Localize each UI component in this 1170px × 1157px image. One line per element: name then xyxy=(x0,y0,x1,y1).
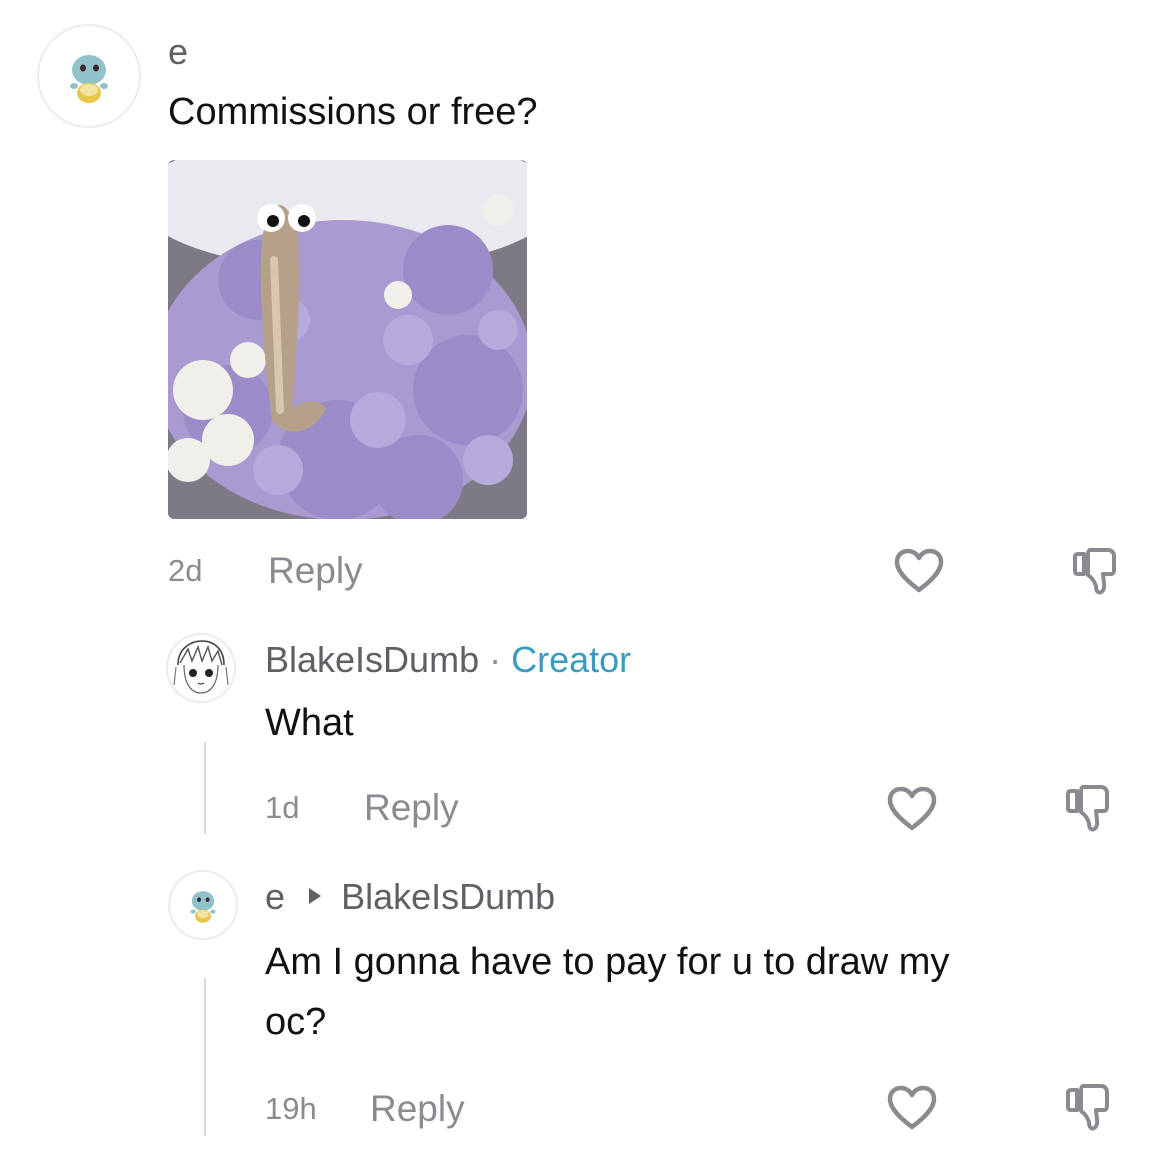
separator-dot: · xyxy=(489,639,502,680)
commenter-avatar[interactable] xyxy=(168,870,238,940)
reply-button[interactable]: Reply xyxy=(370,1090,465,1127)
thumbs-down-outline-icon[interactable] xyxy=(1063,1082,1115,1134)
comment-username[interactable]: BlakeIsDumb xyxy=(265,639,479,680)
replied-to-username[interactable]: BlakeIsDumb xyxy=(341,876,555,917)
comment-username[interactable]: e xyxy=(265,876,285,917)
comment-timestamp: 1d xyxy=(265,790,300,825)
thread-line xyxy=(204,742,206,834)
squirtle-avatar-icon xyxy=(190,891,216,923)
squirtle-avatar-icon xyxy=(70,55,108,103)
anime-sketch-avatar-icon xyxy=(173,640,229,694)
commenter-avatar[interactable] xyxy=(37,24,141,128)
thumbs-down-outline-icon[interactable] xyxy=(1063,783,1115,835)
thread-line xyxy=(204,978,206,1136)
right-triangle-icon xyxy=(309,888,322,905)
heart-outline-icon[interactable] xyxy=(893,548,945,594)
heart-outline-icon[interactable] xyxy=(886,1085,938,1131)
comment-username[interactable]: e xyxy=(168,34,188,70)
attached-sticker-image[interactable] xyxy=(168,160,527,519)
heart-outline-icon[interactable] xyxy=(886,786,938,832)
comment-text-line: Am I gonna have to pay for u to draw my xyxy=(265,941,950,983)
comment-username-line: BlakeIsDumb · Creator xyxy=(265,642,631,678)
comment-text-line: oc? xyxy=(265,1001,327,1043)
reply-header: e BlakeIsDumb xyxy=(265,879,555,915)
comment-text: Am I gonna have to pay for u to draw my … xyxy=(265,932,1145,1052)
comment-timestamp: 2d xyxy=(168,553,203,588)
creator-avatar[interactable] xyxy=(166,633,236,703)
reply-button[interactable]: Reply xyxy=(364,789,459,826)
thumbs-down-outline-icon[interactable] xyxy=(1070,546,1122,598)
reply-button[interactable]: Reply xyxy=(268,552,363,589)
creator-badge: Creator xyxy=(511,639,632,680)
comment-timestamp: 19h xyxy=(265,1091,317,1126)
comment-text: What xyxy=(265,702,354,744)
snake-in-lilacs-image xyxy=(168,160,527,519)
comment-text: Commissions or free? xyxy=(168,91,538,133)
